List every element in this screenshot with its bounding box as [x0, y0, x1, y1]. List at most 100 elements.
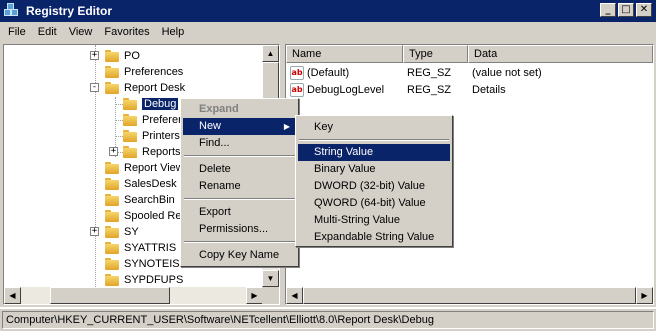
- tree-item-label: Report Desk: [124, 82, 186, 94]
- string-value-icon: ab: [290, 82, 304, 97]
- menu-item-qword-value[interactable]: QWORD (64-bit) Value: [298, 195, 450, 212]
- folder-icon: [105, 66, 119, 78]
- tree-item-syattris[interactable]: SYATTRIS: [90, 240, 176, 256]
- list-row[interactable]: ab (Default) REG_SZ (value not set): [286, 64, 542, 81]
- close-button[interactable]: ✕: [636, 3, 652, 17]
- folder-icon: [105, 194, 119, 206]
- menu-view[interactable]: View: [63, 22, 99, 42]
- tree-item-report-desk[interactable]: - Report Desk: [90, 80, 185, 96]
- scroll-corner: [262, 287, 279, 304]
- scroll-left-icon[interactable]: ◀: [4, 287, 21, 304]
- status-bar: Computer\HKEY_CURRENT_USER\Software\NETc…: [0, 309, 656, 331]
- tree-item-po[interactable]: + PO: [90, 48, 140, 64]
- menu-item-copy-key-name[interactable]: Copy Key Name: [183, 247, 296, 264]
- menu-item-string-value[interactable]: String Value: [298, 144, 450, 161]
- menu-item-expand[interactable]: Expand: [183, 101, 296, 118]
- list-horizontal-scrollbar[interactable]: ◀ ▶: [286, 287, 653, 304]
- menu-item-new-label: New: [199, 120, 222, 132]
- folder-open-icon: [105, 82, 119, 94]
- collapse-icon[interactable]: -: [90, 83, 99, 92]
- menu-item-export[interactable]: Export: [183, 204, 296, 221]
- column-name-header[interactable]: Name: [286, 45, 403, 63]
- menu-item-binary-value[interactable]: Binary Value: [298, 161, 450, 178]
- menu-item-find[interactable]: Find...: [183, 135, 296, 152]
- menu-edit[interactable]: Edit: [32, 22, 63, 42]
- value-data: (value not set): [472, 66, 542, 79]
- list-header: Name Type Data: [286, 45, 653, 63]
- tree-item-searchbin[interactable]: SearchBin: [90, 192, 175, 208]
- menu-separator: [299, 139, 449, 141]
- menu-separator: [184, 241, 295, 243]
- registry-editor-icon: [4, 3, 20, 19]
- window-title: Registry Editor: [26, 4, 113, 18]
- tree-item-salesdesk[interactable]: SalesDesk: [90, 176, 177, 192]
- tree-item-label: SYNOTEIS: [124, 258, 180, 270]
- menu-separator: [184, 155, 295, 157]
- menu-item-delete[interactable]: Delete: [183, 161, 296, 178]
- folder-icon: [123, 130, 137, 142]
- folder-icon: [105, 226, 119, 238]
- submenu-arrow-icon: ▶: [283, 122, 290, 131]
- expand-icon[interactable]: +: [109, 147, 118, 156]
- menu-item-rename[interactable]: Rename: [183, 178, 296, 195]
- folder-icon: [123, 146, 137, 158]
- folder-icon: [105, 50, 119, 62]
- status-path: Computer\HKEY_CURRENT_USER\Software\NETc…: [2, 311, 654, 329]
- menu-separator: [184, 198, 295, 200]
- folder-icon: [105, 258, 119, 270]
- list-row[interactable]: ab DebugLogLevel REG_SZ Details: [286, 81, 506, 98]
- value-type: REG_SZ: [407, 83, 452, 96]
- menu-item-expandable-string-value[interactable]: Expandable String Value: [298, 229, 450, 246]
- tree-item-reports[interactable]: + Reports: [109, 144, 181, 160]
- column-type-header[interactable]: Type: [403, 45, 468, 63]
- tree-item-label: SalesDesk: [124, 178, 177, 190]
- scroll-right-icon[interactable]: ▶: [636, 287, 653, 304]
- expand-icon[interactable]: +: [90, 227, 99, 236]
- tree-item-report-viewer[interactable]: Report Viewer: [90, 160, 194, 176]
- menu-item-dword-value[interactable]: DWORD (32-bit) Value: [298, 178, 450, 195]
- tree-item-sypdfups[interactable]: SYPDFUPS: [90, 272, 183, 287]
- tree-item-sy[interactable]: + SY: [90, 224, 139, 240]
- menu-file[interactable]: File: [2, 22, 32, 42]
- menu-item-permissions[interactable]: Permissions...: [183, 221, 296, 238]
- string-value-icon: ab: [290, 65, 304, 80]
- folder-icon: [123, 114, 137, 126]
- minimize-button[interactable]: _: [600, 3, 616, 17]
- tree-item-debug[interactable]: Debug: [123, 96, 180, 112]
- scroll-left-icon[interactable]: ◀: [286, 287, 303, 304]
- tree-item-label: SY: [124, 226, 139, 238]
- folder-open-icon: [123, 98, 137, 110]
- scroll-thumb[interactable]: [303, 287, 636, 304]
- scroll-up-icon[interactable]: ▲: [262, 45, 279, 62]
- menu-item-multi-string-value[interactable]: Multi-String Value: [298, 212, 450, 229]
- tree-item-label: SYATTRIS: [124, 242, 177, 254]
- menu-item-key[interactable]: Key: [298, 119, 450, 136]
- tree-item-label: SearchBin: [124, 194, 175, 206]
- menu-help[interactable]: Help: [156, 22, 191, 42]
- scroll-right-icon[interactable]: ▶: [246, 287, 263, 304]
- new-submenu: Key String Value Binary Value DWORD (32-…: [295, 115, 453, 247]
- column-data-header[interactable]: Data: [468, 45, 653, 63]
- tree-item-label: SYPDFUPS: [124, 274, 184, 286]
- tree-item-label: Printers: [142, 130, 180, 142]
- tree-item-preferences[interactable]: Preferences: [90, 64, 183, 80]
- tree-item-label: Debug: [140, 97, 180, 111]
- folder-icon: [105, 274, 119, 286]
- folder-icon: [105, 162, 119, 174]
- context-menu: Expand New ▶ Find... Delete Rename Expor…: [180, 98, 299, 267]
- menu-item-new[interactable]: New ▶: [183, 118, 296, 135]
- folder-icon: [105, 178, 119, 190]
- folder-icon: [105, 210, 119, 222]
- scroll-thumb[interactable]: [50, 287, 170, 304]
- folder-icon: [105, 242, 119, 254]
- scroll-down-icon[interactable]: ▼: [262, 270, 279, 287]
- menu-favorites[interactable]: Favorites: [98, 22, 155, 42]
- tree-item-label: Reports: [142, 146, 181, 158]
- expand-icon[interactable]: +: [90, 51, 99, 60]
- tree-item-label: PO: [124, 50, 140, 62]
- value-name: DebugLogLevel: [307, 83, 385, 96]
- tree-item-synoteis[interactable]: SYNOTEIS: [90, 256, 180, 272]
- maximize-button[interactable]: □: [618, 3, 634, 17]
- tree-horizontal-scrollbar[interactable]: ◀ ▶: [4, 287, 263, 304]
- tree-item-printers[interactable]: Printers: [123, 128, 180, 144]
